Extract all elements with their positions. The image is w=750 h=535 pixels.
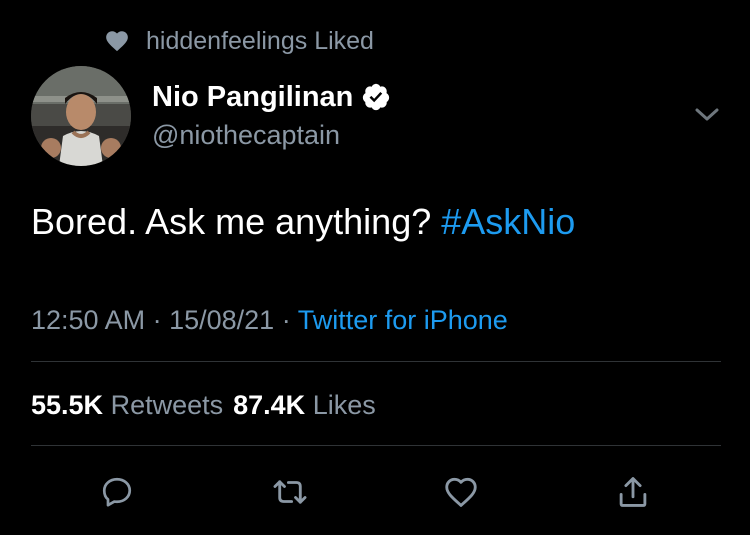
author-name[interactable]: Nio Pangilinan bbox=[152, 81, 353, 114]
retweet-button[interactable] bbox=[270, 472, 310, 512]
reply-button[interactable] bbox=[97, 472, 137, 512]
social-context-text: hiddenfeelings Liked bbox=[146, 26, 374, 55]
chevron-down-icon[interactable] bbox=[692, 104, 722, 126]
tweet-time[interactable]: 12:50 AM bbox=[31, 305, 145, 335]
divider bbox=[31, 445, 721, 446]
tweet-meta: 12:50 AM · 15/08/21 · Twitter for iPhone bbox=[31, 305, 508, 336]
retweets-label: Retweets bbox=[103, 390, 224, 420]
share-button[interactable] bbox=[613, 472, 653, 512]
action-bar bbox=[0, 472, 750, 512]
social-context[interactable]: hiddenfeelings Liked bbox=[104, 26, 374, 56]
avatar[interactable] bbox=[31, 66, 131, 166]
hashtag-link[interactable]: #AskNio bbox=[441, 201, 575, 242]
meta-separator: · bbox=[274, 305, 298, 335]
like-icon bbox=[445, 477, 477, 507]
reply-icon bbox=[102, 477, 132, 507]
likes-label: Likes bbox=[305, 390, 376, 420]
meta-separator: · bbox=[145, 305, 170, 335]
retweets-count: 55.5K bbox=[31, 390, 104, 420]
tweet-body: Bored. Ask me anything? bbox=[31, 201, 442, 242]
verified-badge-icon bbox=[363, 83, 390, 111]
tweet-date[interactable]: 15/08/21 bbox=[169, 305, 274, 335]
divider bbox=[31, 361, 721, 362]
author-block[interactable]: Nio Pangilinan @niothecaptain bbox=[152, 78, 391, 151]
likes-stat[interactable]: 87.4K Likes bbox=[233, 390, 376, 420]
tweet-source-link[interactable]: Twitter for iPhone bbox=[298, 305, 508, 335]
tweet-detail: hiddenfeelings Liked Nio Pangilinan @nio… bbox=[0, 0, 750, 535]
name-row: Nio Pangilinan bbox=[152, 78, 391, 116]
heart-icon bbox=[106, 31, 128, 52]
tweet-stats: 55.5K Retweets 87.4K Likes bbox=[31, 390, 376, 421]
like-button[interactable] bbox=[441, 472, 481, 512]
avatar-photo bbox=[31, 66, 131, 166]
retweet-icon bbox=[273, 480, 307, 504]
likes-count: 87.4K bbox=[233, 390, 306, 420]
author-handle[interactable]: @niothecaptain bbox=[152, 120, 391, 151]
share-icon bbox=[619, 477, 647, 507]
tweet-text: Bored. Ask me anything? #AskNio bbox=[31, 201, 575, 243]
retweets-stat[interactable]: 55.5K Retweets bbox=[31, 390, 223, 420]
